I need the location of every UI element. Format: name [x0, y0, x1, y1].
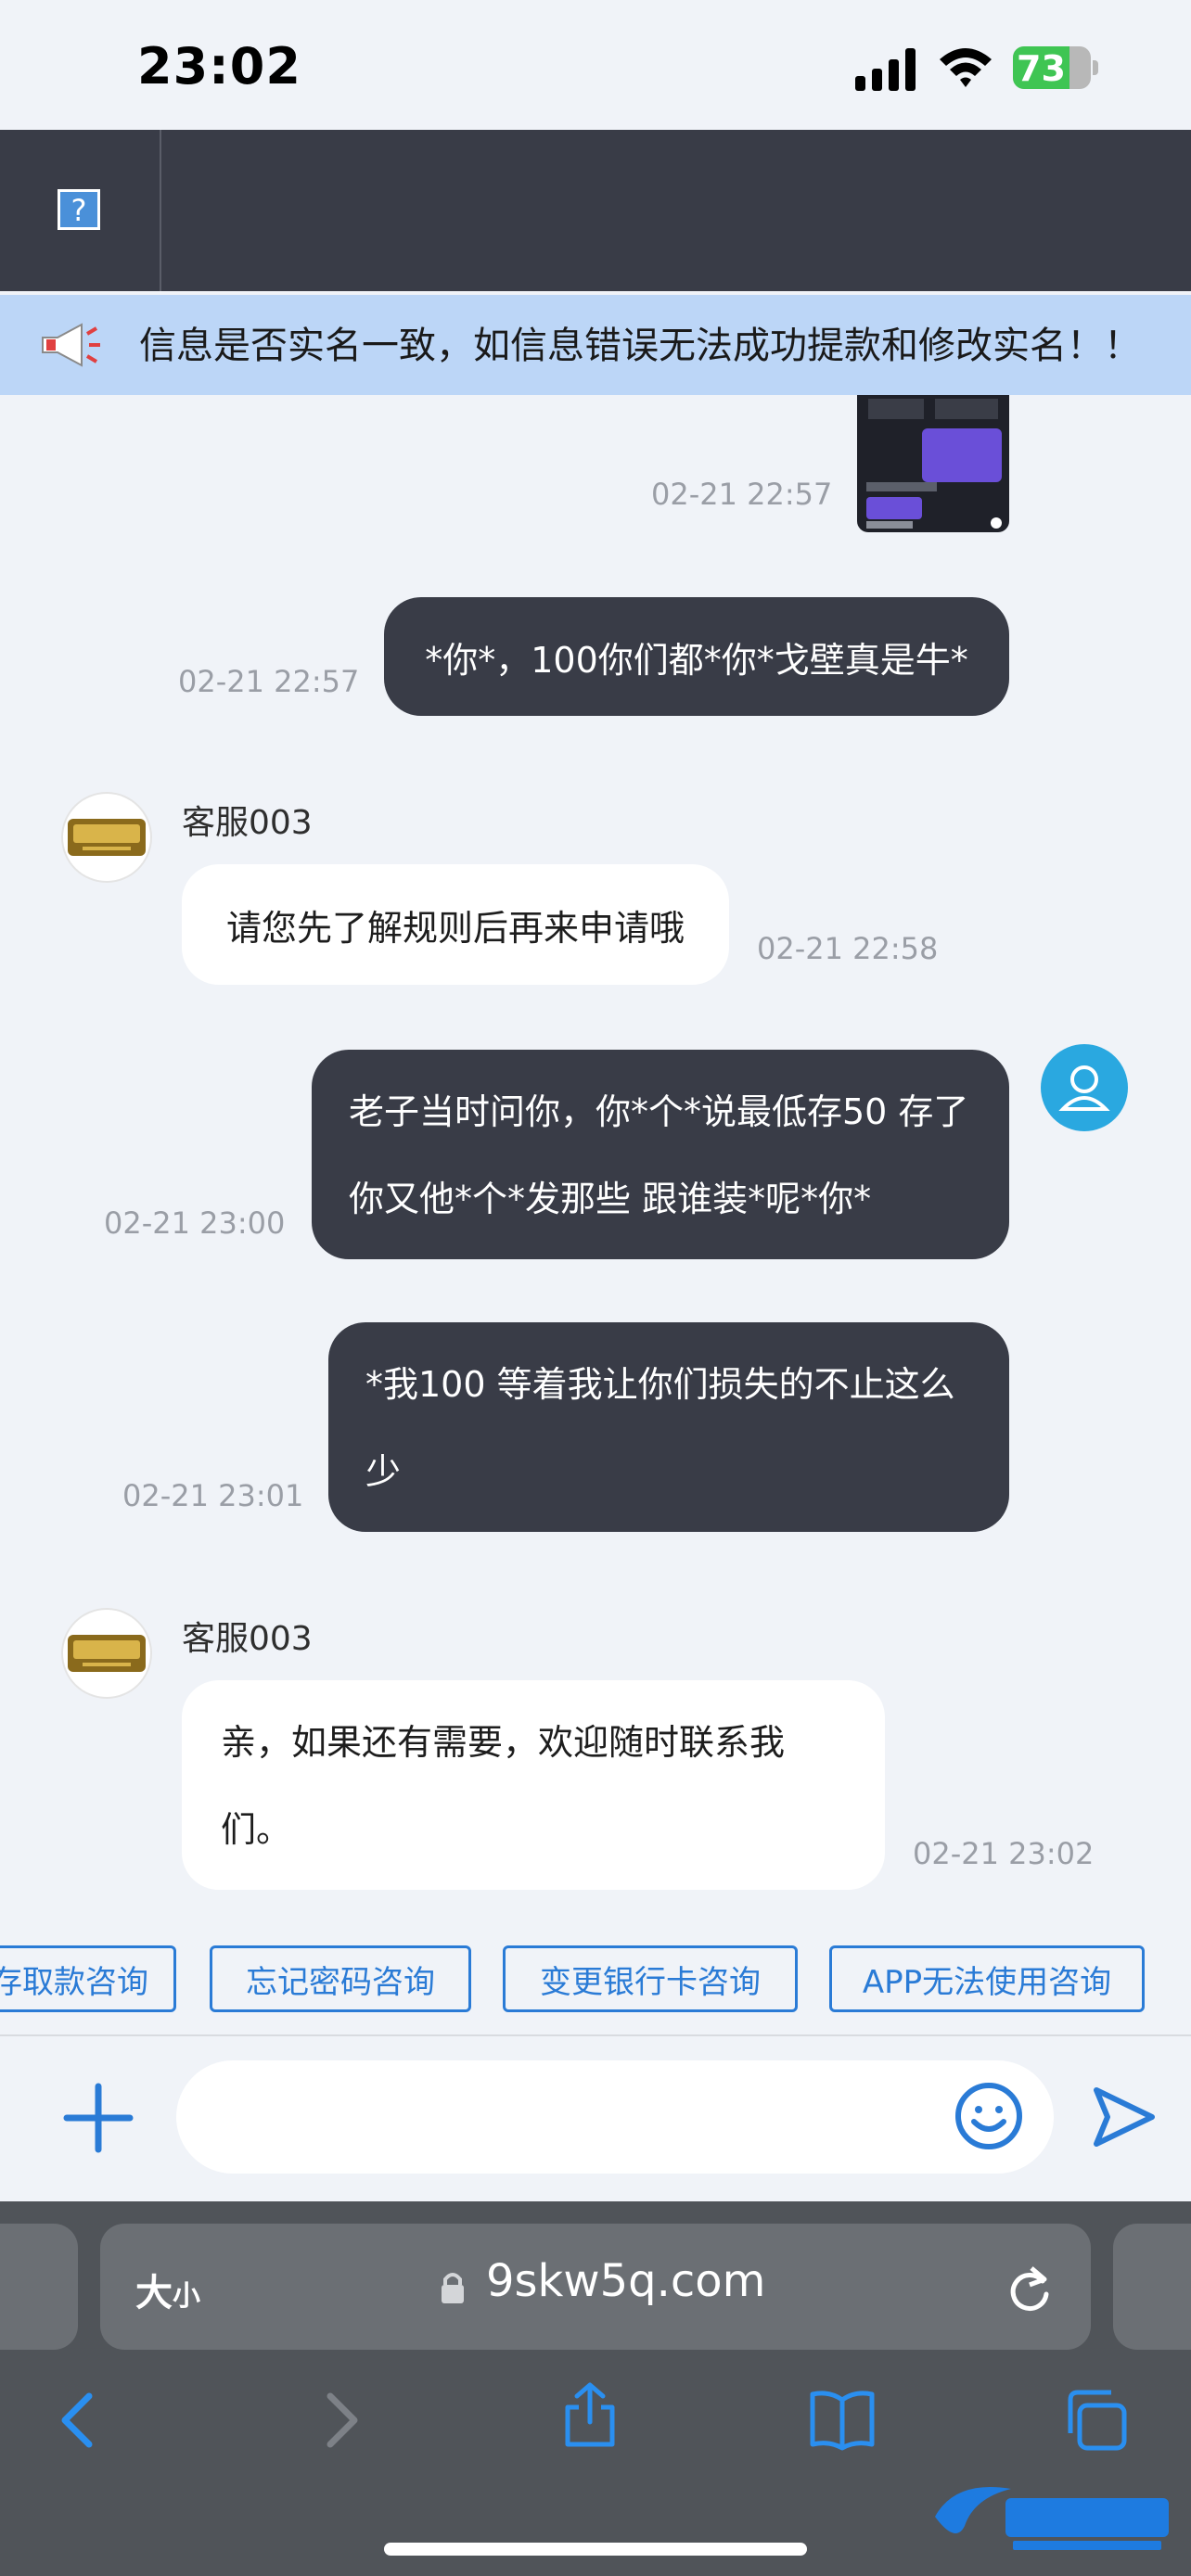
send-icon[interactable]: [1089, 2083, 1158, 2151]
reload-icon[interactable]: [1005, 2263, 1054, 2315]
url-text: 9skw5q.com: [486, 2255, 766, 2307]
app-header: [0, 130, 1191, 291]
message-input[interactable]: [176, 2060, 1054, 2174]
watermark-logo: [935, 2487, 1169, 2550]
status-time: 23:02: [137, 37, 301, 96]
quick-reply-deposit-withdraw[interactable]: 存取款咨询: [0, 1945, 176, 2012]
megaphone-icon: [42, 323, 100, 367]
agent-avatar: [63, 794, 150, 881]
message-time: 02-21 23:00: [104, 1205, 286, 1241]
message-text: 请您先了解规则后再来申请哦: [225, 907, 685, 949]
message-time: 02-21 22:58: [757, 931, 939, 966]
chat-bubble-outgoing: *你*，100你们都*你*戈壁真是牛*: [384, 597, 1009, 716]
next-tab[interactable]: [1113, 2224, 1191, 2350]
home-indicator: [384, 2543, 807, 2556]
chat-image-thumbnail[interactable]: [857, 395, 1009, 532]
battery-percent: 73: [1017, 48, 1066, 89]
emoji-icon[interactable]: [954, 2081, 1024, 2151]
help-icon[interactable]: ?: [58, 189, 100, 230]
quick-reply-app-unusable[interactable]: APP无法使用咨询: [829, 1945, 1145, 2012]
text-size-large: 大: [135, 2272, 173, 2315]
battery-indicator: 73: [1013, 46, 1100, 89]
user-avatar-icon: [1041, 1044, 1128, 1131]
message-time: 02-21 22:57: [178, 664, 360, 699]
quick-reply-change-bank-card[interactable]: 变更银行卡咨询: [503, 1945, 798, 2012]
message-text: 老子当时问你，你*个*说最低存50 存了你又他*个*发那些 跟谁装*呢*你*: [349, 1091, 969, 1219]
sender-name: 客服003: [182, 1620, 313, 1658]
message-text: 亲，如果还有需要，欢迎随时联系我们。: [221, 1722, 786, 1850]
quick-reply-forgot-password[interactable]: 忘记密码咨询: [210, 1945, 471, 2012]
notice-text: 信息是否实名一致，如信息错误无法成功提款和修改实名！！: [139, 325, 1141, 367]
plus-icon[interactable]: [59, 2079, 137, 2157]
chat-bubble-outgoing: *我100 等着我让你们损失的不止这么少: [328, 1322, 1009, 1532]
lock-icon: [442, 2273, 464, 2303]
text-size-small: 小: [173, 2280, 200, 2313]
sender-name: 客服003: [182, 804, 313, 842]
tabs-icon[interactable]: [1063, 2387, 1130, 2454]
chat-bubble-outgoing: 老子当时问你，你*个*说最低存50 存了你又他*个*发那些 跟谁装*呢*你*: [312, 1050, 1009, 1259]
message-time: 02-21 23:01: [122, 1478, 304, 1513]
message-time: 02-21 23:02: [913, 1836, 1095, 1871]
bookmarks-icon[interactable]: [809, 2387, 876, 2454]
chat-bubble-incoming: 请您先了解规则后再来申请哦: [182, 864, 729, 985]
forward-icon[interactable]: [306, 2387, 373, 2454]
chat-bubble-incoming: 亲，如果还有需要，欢迎随时联系我们。: [182, 1680, 885, 1890]
screenshot-image-icon: [866, 399, 1002, 529]
previous-tab[interactable]: [0, 2224, 78, 2350]
cellular-signal-icon: [855, 48, 916, 91]
agent-avatar: [63, 1610, 150, 1697]
text-size-button[interactable]: 大小: [135, 2263, 200, 2316]
message-text: *你*，100你们都*你*戈壁真是牛*: [425, 639, 968, 681]
wifi-icon: [940, 48, 992, 87]
message-text: *我100 等着我让你们损失的不止这么少: [365, 1364, 955, 1492]
back-icon[interactable]: [46, 2387, 113, 2454]
share-icon[interactable]: [557, 2381, 623, 2448]
message-time: 02-21 22:57: [651, 477, 833, 512]
